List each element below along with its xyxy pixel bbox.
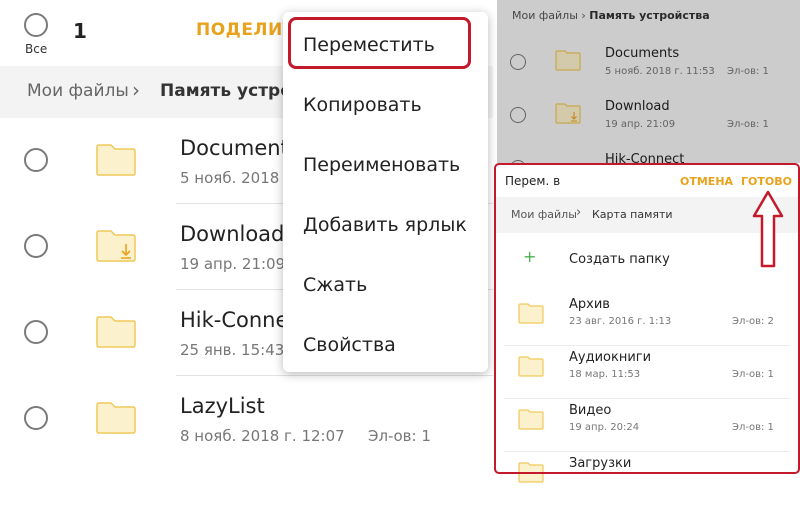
select-all-label: Все [25, 42, 48, 56]
file-count: Эл-ов: 1 [368, 427, 431, 445]
file-date: 25 янв. 15:43 [180, 341, 285, 359]
select-all-checkbox[interactable] [24, 13, 48, 37]
folder-icon [96, 316, 136, 348]
menu-item-add-shortcut[interactable]: Добавить ярлык [303, 214, 467, 236]
arrow-up-icon [752, 190, 784, 268]
file-name: LazyList [180, 394, 265, 418]
menu-item-compress[interactable]: Сжать [303, 274, 367, 296]
menu-item-properties[interactable]: Свойства [303, 334, 396, 356]
menu-item-rename[interactable]: Переименовать [303, 154, 460, 176]
row-checkbox[interactable] [24, 406, 48, 430]
file-name: Documents [180, 136, 300, 160]
folder-icon [96, 144, 136, 176]
move-highlight-box [288, 17, 471, 69]
download-folder-icon [96, 230, 136, 262]
file-name: Download [180, 222, 285, 246]
selected-count: 1 [73, 19, 87, 43]
row-checkbox[interactable] [24, 234, 48, 258]
chevron-right-icon: › [132, 78, 140, 102]
menu-item-copy[interactable]: Копировать [303, 94, 422, 116]
folder-icon [96, 402, 136, 434]
file-date: 19 апр. 21:09 [180, 255, 286, 273]
row-checkbox[interactable] [24, 320, 48, 344]
breadcrumb-root[interactable]: Мои файлы [27, 81, 129, 101]
file-row[interactable]: LazyList 8 нояб. 2018 г. 12:07 Эл-ов: 1 [0, 376, 493, 462]
file-date: 8 нояб. 2018 г. 12:07 [180, 427, 345, 445]
row-checkbox[interactable] [24, 148, 48, 172]
